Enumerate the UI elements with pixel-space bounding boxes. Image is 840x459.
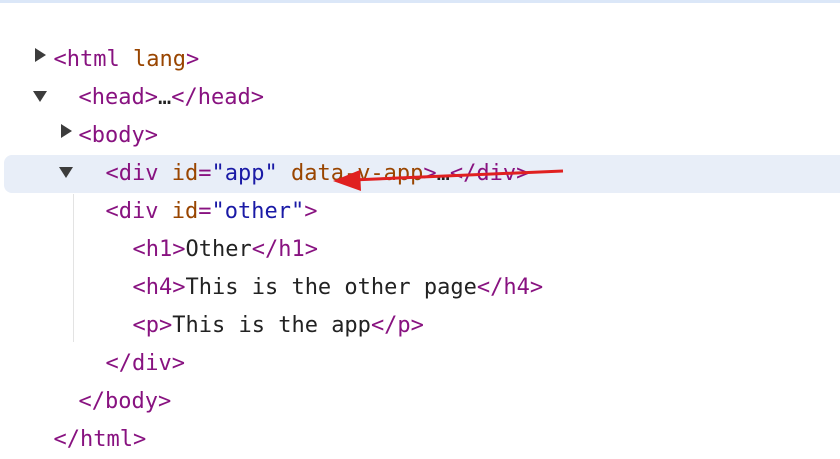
arrow-head [333,170,361,191]
annotation-arrow-icon [333,169,564,191]
devtools-elements-panel: { "tree": { "html_open": { "tag": "<html… [0,0,840,452]
arrow-shaft [351,169,564,182]
tag-text: </html> [53,427,147,452]
